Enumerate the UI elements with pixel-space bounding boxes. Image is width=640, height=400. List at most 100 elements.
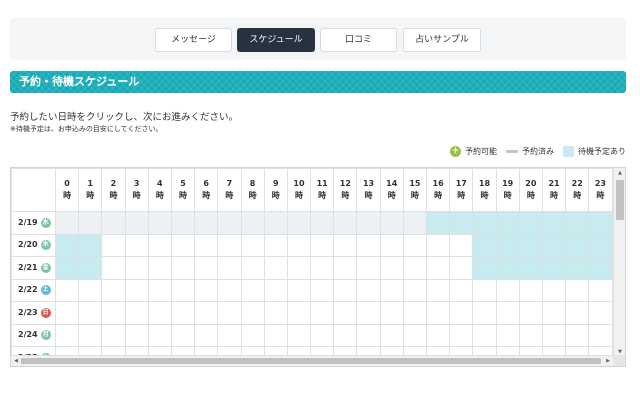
time-slot[interactable] — [124, 278, 149, 302]
time-slot[interactable] — [310, 233, 335, 257]
time-slot[interactable] — [240, 233, 265, 257]
time-slot[interactable] — [217, 278, 242, 302]
time-slot[interactable] — [495, 256, 520, 280]
time-slot[interactable] — [472, 323, 497, 347]
time-slot[interactable] — [263, 256, 288, 280]
time-slot[interactable] — [147, 256, 172, 280]
time-slot[interactable] — [541, 256, 567, 280]
time-slot[interactable] — [78, 323, 103, 347]
time-slot[interactable] — [310, 301, 335, 325]
time-slot[interactable] — [263, 233, 288, 257]
time-slot[interactable] — [333, 301, 358, 325]
time-slot[interactable] — [101, 323, 126, 347]
time-slot[interactable] — [170, 256, 196, 280]
time-slot[interactable] — [263, 323, 288, 347]
time-slot[interactable] — [54, 301, 80, 325]
time-slot[interactable] — [54, 256, 80, 280]
time-slot[interactable] — [565, 278, 590, 302]
time-slot[interactable] — [588, 278, 613, 302]
time-slot[interactable] — [194, 323, 219, 347]
time-slot[interactable] — [124, 233, 149, 257]
schedule-scroll-area[interactable]: 0 時 1 時 2 時 3 時 4 時 5 時 6 時 7 時 8 時 9 時 10 時 11 時 12 時 13 時 14 時 15 時 16… — [11, 168, 613, 357]
time-slot[interactable] — [541, 211, 567, 235]
time-slot[interactable] — [449, 278, 474, 302]
vertical-scroll-thumb[interactable] — [616, 180, 624, 220]
time-slot[interactable] — [286, 278, 312, 302]
time-slot[interactable] — [356, 233, 381, 257]
time-slot[interactable] — [54, 233, 80, 257]
time-slot[interactable] — [78, 233, 103, 257]
time-slot[interactable] — [472, 301, 497, 325]
time-slot[interactable] — [402, 233, 428, 257]
time-slot[interactable] — [101, 233, 126, 257]
time-slot[interactable] — [449, 323, 474, 347]
time-slot[interactable] — [101, 256, 126, 280]
vertical-scrollbar[interactable]: ▲ ▼ — [613, 168, 625, 357]
time-slot[interactable] — [472, 211, 497, 235]
time-slot[interactable] — [194, 278, 219, 302]
time-slot[interactable] — [588, 211, 613, 235]
time-slot[interactable] — [518, 211, 543, 235]
time-slot[interactable] — [333, 233, 358, 257]
time-slot[interactable] — [588, 301, 613, 325]
time-slot[interactable] — [425, 323, 451, 347]
time-slot[interactable] — [495, 323, 520, 347]
time-slot[interactable] — [402, 256, 428, 280]
time-slot[interactable] — [170, 301, 196, 325]
time-slot[interactable] — [472, 278, 497, 302]
time-slot[interactable] — [310, 278, 335, 302]
time-slot[interactable] — [310, 256, 335, 280]
time-slot[interactable] — [518, 278, 543, 302]
time-slot[interactable] — [425, 256, 451, 280]
time-slot[interactable] — [588, 323, 613, 347]
time-slot[interactable] — [333, 256, 358, 280]
time-slot[interactable] — [194, 301, 219, 325]
time-slot[interactable] — [379, 256, 404, 280]
time-slot[interactable] — [472, 256, 497, 280]
time-slot[interactable] — [263, 278, 288, 302]
time-slot[interactable] — [147, 233, 172, 257]
time-slot[interactable] — [194, 233, 219, 257]
time-slot[interactable] — [518, 256, 543, 280]
time-slot[interactable] — [588, 233, 613, 257]
time-slot[interactable] — [78, 256, 103, 280]
time-slot[interactable] — [402, 301, 428, 325]
time-slot[interactable] — [541, 278, 567, 302]
horizontal-scrollbar[interactable]: ◀ ▶ — [11, 355, 613, 366]
time-slot[interactable] — [286, 256, 312, 280]
time-slot[interactable] — [54, 323, 80, 347]
time-slot[interactable] — [425, 211, 451, 235]
time-slot[interactable] — [379, 278, 404, 302]
time-slot[interactable] — [124, 301, 149, 325]
time-slot[interactable] — [333, 323, 358, 347]
time-slot[interactable] — [565, 256, 590, 280]
time-slot[interactable] — [286, 233, 312, 257]
scroll-right-icon[interactable]: ▶ — [603, 356, 613, 366]
time-slot[interactable] — [310, 323, 335, 347]
time-slot[interactable] — [379, 301, 404, 325]
time-slot[interactable] — [449, 211, 474, 235]
time-slot[interactable] — [356, 301, 381, 325]
time-slot[interactable] — [379, 323, 404, 347]
time-slot[interactable] — [147, 278, 172, 302]
time-slot[interactable] — [240, 278, 265, 302]
time-slot[interactable] — [333, 278, 358, 302]
scroll-left-icon[interactable]: ◀ — [11, 356, 21, 366]
time-slot[interactable] — [356, 256, 381, 280]
time-slot[interactable] — [449, 256, 474, 280]
time-slot[interactable] — [217, 233, 242, 257]
time-slot[interactable] — [425, 233, 451, 257]
tab-fortune-sample[interactable]: 占いサンプル — [403, 28, 481, 52]
scroll-up-icon[interactable]: ▲ — [614, 168, 625, 178]
time-slot[interactable] — [101, 301, 126, 325]
time-slot[interactable] — [217, 256, 242, 280]
time-slot[interactable] — [170, 278, 196, 302]
time-slot[interactable] — [54, 278, 80, 302]
time-slot[interactable] — [217, 323, 242, 347]
time-slot[interactable] — [495, 233, 520, 257]
time-slot[interactable] — [78, 301, 103, 325]
time-slot[interactable] — [588, 256, 613, 280]
time-slot[interactable] — [78, 278, 103, 302]
time-slot[interactable] — [449, 301, 474, 325]
time-slot[interactable] — [495, 211, 520, 235]
